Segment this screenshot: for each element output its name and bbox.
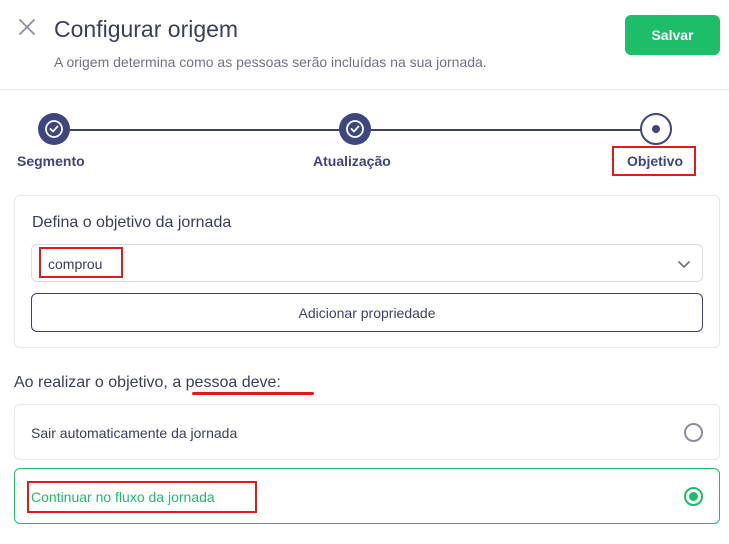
objective-card: Defina o objetivo da jornada comprou Adi… (14, 195, 720, 348)
outcome-question-prefix: Ao realizar o objetivo, (14, 374, 173, 391)
step-objetivo-dot-icon[interactable] (640, 113, 672, 145)
save-button[interactable]: Salvar (625, 15, 720, 55)
step-atualizacao-check-icon[interactable] (339, 113, 371, 145)
underline-annotation (192, 392, 314, 395)
highlight-annotation (612, 146, 696, 176)
outcome-question-emphasis: a pessoa deve: (172, 374, 281, 391)
objective-select[interactable]: comprou (31, 244, 703, 282)
check-icon (346, 120, 364, 138)
step-label-segmento[interactable]: Segmento (17, 153, 85, 169)
modal-header: Configurar origem A origem determina com… (0, 0, 729, 90)
radio-dot (689, 492, 698, 501)
highlight-annotation (39, 247, 123, 278)
step-segmento-check-icon[interactable] (38, 113, 70, 145)
page-title: Configurar origem (54, 16, 239, 42)
outcome-question: Ao realizar o objetivo, a pessoa deve: (14, 374, 281, 392)
option-exit-journey[interactable]: Sair automaticamente da jornada (14, 404, 720, 460)
dot-icon (652, 125, 660, 133)
check-icon (45, 120, 63, 138)
option-label: Sair automaticamente da jornada (31, 425, 238, 441)
highlight-annotation (27, 481, 257, 513)
step-label-atualizacao[interactable]: Atualização (313, 153, 391, 169)
objective-heading: Defina o objetivo da jornada (32, 214, 232, 231)
radio-checked[interactable] (684, 487, 703, 506)
add-property-button[interactable]: Adicionar propriedade (31, 293, 703, 332)
stepper: Segmento Atualização Objetivo (0, 100, 729, 180)
close-icon[interactable] (14, 14, 40, 40)
page-subtitle: A origem determina como as pessoas serão… (54, 54, 487, 70)
radio-unchecked[interactable] (684, 423, 703, 442)
step-connector (370, 129, 642, 131)
option-continue-flow[interactable]: Continuar no fluxo da jornada (14, 468, 720, 524)
chevron-down-icon (678, 261, 690, 268)
step-connector (70, 129, 340, 131)
